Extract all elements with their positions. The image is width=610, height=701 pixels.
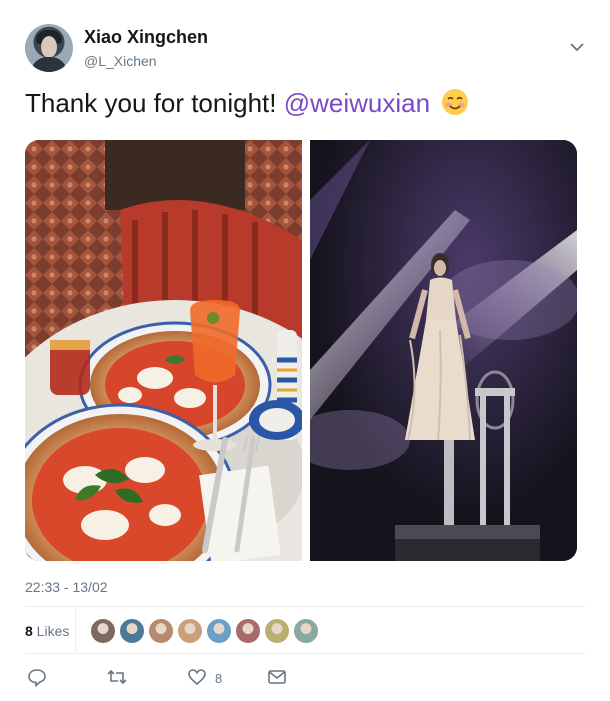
likes-label: Likes [32, 623, 70, 639]
likes-count[interactable]: 8 Likes [25, 623, 69, 639]
blush-emoji-icon [441, 88, 469, 116]
likes-separator [75, 608, 76, 652]
tweet-text-body: Thank you for tonight! [25, 88, 284, 118]
liker-avatar[interactable] [177, 618, 203, 644]
liker-avatar[interactable] [293, 618, 319, 644]
liker-avatar[interactable] [264, 618, 290, 644]
reply-icon[interactable] [27, 667, 47, 689]
divider [25, 653, 585, 654]
stage-photo[interactable] [310, 140, 577, 561]
heart-icon[interactable] [187, 667, 207, 689]
envelope-icon[interactable] [267, 667, 287, 689]
like-action-count[interactable]: 8 [215, 671, 222, 686]
divider [25, 606, 585, 607]
liker-avatar[interactable] [235, 618, 261, 644]
tweet-timestamp[interactable]: 22:33 - 13/02 [25, 579, 108, 595]
likes-number: 8 [25, 623, 33, 639]
pizza-photo[interactable] [25, 140, 302, 561]
tweet-text: Thank you for tonight! @weiwuxian [25, 88, 469, 119]
mention-link[interactable]: @weiwuxian [284, 88, 430, 118]
user-handle[interactable]: @L_Xichen [84, 53, 157, 69]
liker-avatar[interactable] [206, 618, 232, 644]
liker-avatar[interactable] [148, 618, 174, 644]
liker-avatar[interactable] [119, 618, 145, 644]
chevron-down-icon[interactable] [569, 40, 585, 54]
avatar[interactable] [25, 24, 73, 72]
liker-avatar[interactable] [90, 618, 116, 644]
display-name[interactable]: Xiao Xingchen [84, 27, 208, 48]
retweet-icon[interactable] [106, 667, 128, 689]
